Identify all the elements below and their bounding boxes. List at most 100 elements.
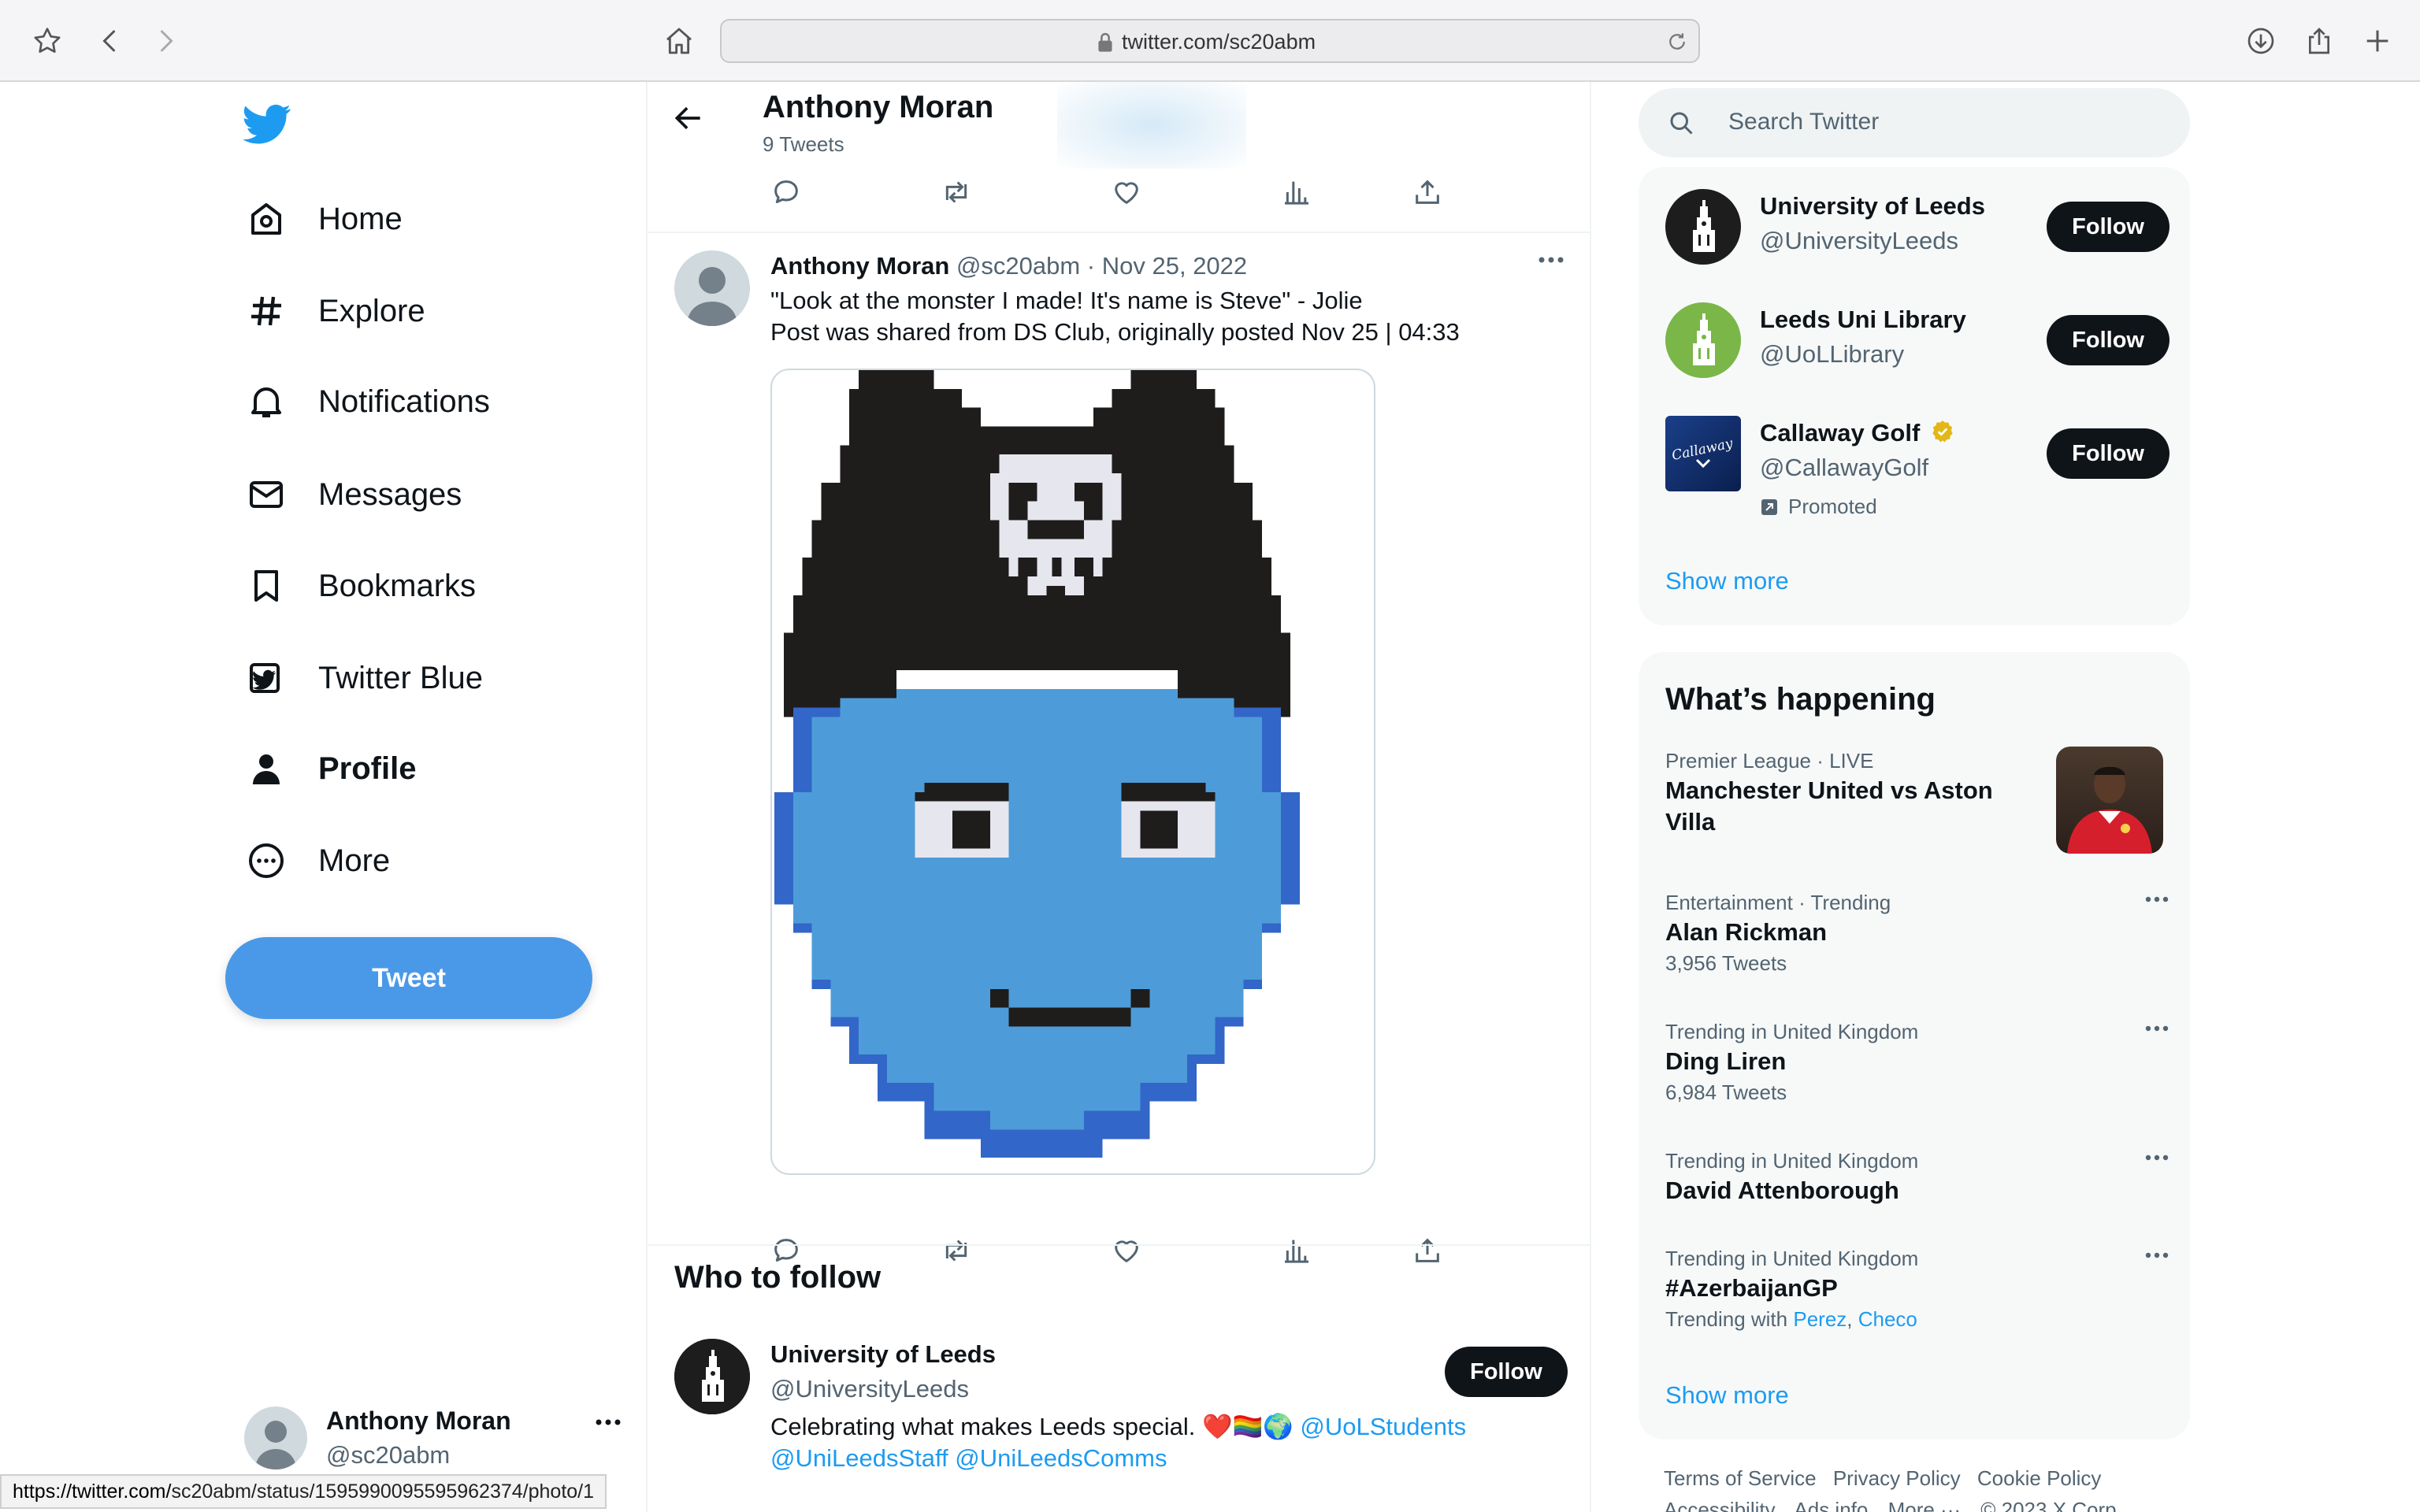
trend-more-icon[interactable] bbox=[2144, 895, 2169, 904]
mail-icon bbox=[244, 472, 288, 517]
footer-link-ads-info[interactable]: Ads info bbox=[1794, 1498, 1868, 1512]
tweet-author-name[interactable]: Anthony Moran bbox=[770, 252, 949, 280]
account-switcher[interactable]: Anthony Moran @sc20abm bbox=[244, 1402, 622, 1480]
twitter-logo-icon[interactable] bbox=[243, 104, 291, 145]
footer-link-privacy[interactable]: Privacy Policy bbox=[1833, 1466, 1961, 1490]
follow-button[interactable]: Follow bbox=[2047, 315, 2169, 365]
trend-link[interactable]: Perez bbox=[1793, 1307, 1847, 1331]
trend-more-icon[interactable] bbox=[2144, 1153, 2169, 1162]
show-more-link[interactable]: Show more bbox=[1665, 567, 1789, 595]
bio-mention-link[interactable]: @UoLStudents bbox=[1300, 1413, 1466, 1440]
like-icon[interactable] bbox=[1111, 176, 1142, 208]
tweet-author-avatar[interactable] bbox=[674, 250, 750, 326]
person-icon bbox=[244, 747, 288, 791]
share-icon[interactable] bbox=[2299, 20, 2340, 61]
nav-home[interactable]: Home bbox=[244, 191, 403, 247]
trend-item[interactable]: Trending in United Kingdom David Attenbo… bbox=[1665, 1147, 2169, 1206]
suggestion-item[interactable]: Leeds Uni Library @UoLLibrary Follow bbox=[1665, 302, 2169, 389]
promoted-label: Promoted bbox=[1760, 495, 1877, 519]
follow-button[interactable]: Follow bbox=[2047, 202, 2169, 252]
footer-link-cookies[interactable]: Cookie Policy bbox=[1977, 1466, 2102, 1490]
trend-more-icon[interactable] bbox=[2144, 1024, 2169, 1033]
new-tab-icon[interactable] bbox=[2357, 20, 2398, 61]
back-arrow-icon[interactable] bbox=[90, 20, 131, 61]
nav-twitter-blue-label: Twitter Blue bbox=[318, 660, 483, 695]
address-bar[interactable]: twitter.com/sc20abm bbox=[720, 19, 1700, 63]
nav-notifications[interactable]: Notifications bbox=[244, 373, 490, 430]
bookmark-icon bbox=[244, 564, 288, 608]
link-status-bar: https://twitter.com/sc20abm/status/15959… bbox=[0, 1474, 607, 1509]
nav-bookmarks[interactable]: Bookmarks bbox=[244, 558, 476, 614]
nav-notifications-label: Notifications bbox=[318, 384, 490, 419]
trend-context: Trending in United Kingdom bbox=[1665, 1020, 1919, 1043]
like-icon[interactable] bbox=[1111, 1235, 1142, 1266]
nav-twitter-blue[interactable]: Twitter Blue bbox=[244, 650, 483, 706]
show-more-link[interactable]: Show more bbox=[1665, 1381, 1789, 1410]
views-icon[interactable] bbox=[1281, 1235, 1312, 1266]
pixel-monster-image bbox=[774, 370, 1300, 1158]
views-icon[interactable] bbox=[1281, 176, 1312, 208]
trend-more-icon[interactable] bbox=[2144, 1251, 2169, 1260]
suggestion-item[interactable]: Callaway Callaway Golf @CallawayGolf Pro… bbox=[1665, 416, 2169, 534]
leeds-uni-library-avatar bbox=[1665, 302, 1741, 378]
nav-explore[interactable]: Explore bbox=[244, 283, 425, 339]
bookmark-star-icon[interactable] bbox=[27, 20, 68, 61]
bio-mention-link[interactable]: @UniLeedsComms bbox=[955, 1444, 1167, 1472]
timeline-column: Anthony Moran 9 Tweets Anthony Moran @sc… bbox=[646, 82, 1591, 1512]
reply-icon[interactable] bbox=[770, 176, 802, 208]
browser-toolbar: twitter.com/sc20abm bbox=[0, 0, 2420, 82]
suggestion-name: Callaway Golf bbox=[1760, 419, 1955, 447]
twitter-blue-icon bbox=[244, 656, 288, 700]
suggestion-name-text: Callaway Golf bbox=[1760, 419, 1921, 447]
nav-messages[interactable]: Messages bbox=[244, 466, 462, 523]
home-page-icon[interactable] bbox=[659, 20, 700, 61]
trend-context: Entertainment · Trending bbox=[1665, 891, 1891, 914]
verified-badge-icon bbox=[1932, 421, 1953, 443]
nav-profile[interactable]: Profile bbox=[244, 740, 416, 797]
trend-title: #AzerbaijanGP bbox=[1665, 1274, 1838, 1302]
nav-more[interactable]: More bbox=[244, 832, 390, 889]
bell-icon bbox=[244, 380, 288, 424]
bio-emoji: ❤️🏳️‍🌈🌍 bbox=[1201, 1413, 1294, 1440]
search-icon bbox=[1667, 109, 1695, 137]
trend-thumbnail-image[interactable] bbox=[2056, 747, 2163, 854]
tweet-more-icon[interactable] bbox=[1538, 255, 1564, 265]
nav-profile-label: Profile bbox=[318, 750, 417, 786]
follow-button[interactable]: Follow bbox=[2047, 428, 2169, 479]
suggestion-item[interactable]: University of Leeds @UniversityLeeds Fol… bbox=[1665, 189, 2169, 276]
trend-item[interactable]: Trending in United Kingdom Ding Liren 6,… bbox=[1665, 1017, 2169, 1107]
callaway-golf-avatar: Callaway bbox=[1665, 416, 1741, 491]
downloads-icon[interactable] bbox=[2240, 20, 2281, 61]
trend-tweet-count: 3,956 Tweets bbox=[1665, 951, 1787, 975]
suggestion-handle: @CallawayGolf bbox=[1760, 454, 1929, 481]
share-tweet-icon[interactable] bbox=[1412, 176, 1443, 208]
bio-mention-link[interactable]: @UniLeedsStaff bbox=[770, 1444, 948, 1472]
tweet-button[interactable]: Tweet bbox=[225, 937, 592, 1019]
footer-links: Terms of Service Privacy Policy Cookie P… bbox=[1664, 1466, 2112, 1491]
status-url-path: sc20abm/status/1595990095595962374/photo… bbox=[171, 1480, 595, 1503]
footer-link-more[interactable]: More ··· bbox=[1888, 1498, 1961, 1512]
tweet-text: "Look at the monster I made! It's name i… bbox=[770, 285, 1460, 348]
trend-link[interactable]: Checo bbox=[1858, 1307, 1917, 1331]
more-circle-icon bbox=[244, 839, 288, 883]
back-arrow-icon[interactable] bbox=[671, 101, 706, 135]
footer-link-terms[interactable]: Terms of Service bbox=[1664, 1466, 1817, 1490]
trend-item[interactable]: Trending in United Kingdom #AzerbaijanGP… bbox=[1665, 1244, 2169, 1334]
footer-link-accessibility[interactable]: Accessibility bbox=[1664, 1498, 1776, 1512]
suggested-user-name[interactable]: University of Leeds bbox=[770, 1340, 996, 1369]
trend-item[interactable]: Entertainment · Trending Alan Rickman 3,… bbox=[1665, 888, 2169, 978]
nav-home-label: Home bbox=[318, 201, 403, 236]
forward-arrow-icon[interactable] bbox=[145, 20, 186, 61]
account-menu-icon[interactable] bbox=[594, 1418, 622, 1427]
share-tweet-icon[interactable] bbox=[1412, 1235, 1443, 1266]
university-of-leeds-avatar[interactable] bbox=[674, 1339, 750, 1414]
university-of-leeds-avatar bbox=[1665, 189, 1741, 265]
retweet-icon[interactable] bbox=[941, 1235, 972, 1266]
tweet-handle-date[interactable]: @sc20abm · Nov 25, 2022 bbox=[956, 252, 1247, 280]
search-box[interactable]: Search Twitter bbox=[1639, 88, 2190, 158]
retweet-icon[interactable] bbox=[941, 176, 972, 208]
tweet-media-image[interactable] bbox=[770, 369, 1375, 1175]
follow-button[interactable]: Follow bbox=[1445, 1347, 1568, 1397]
reload-icon[interactable] bbox=[1665, 30, 1689, 54]
whats-happening-title: What’s happening bbox=[1665, 682, 1936, 717]
